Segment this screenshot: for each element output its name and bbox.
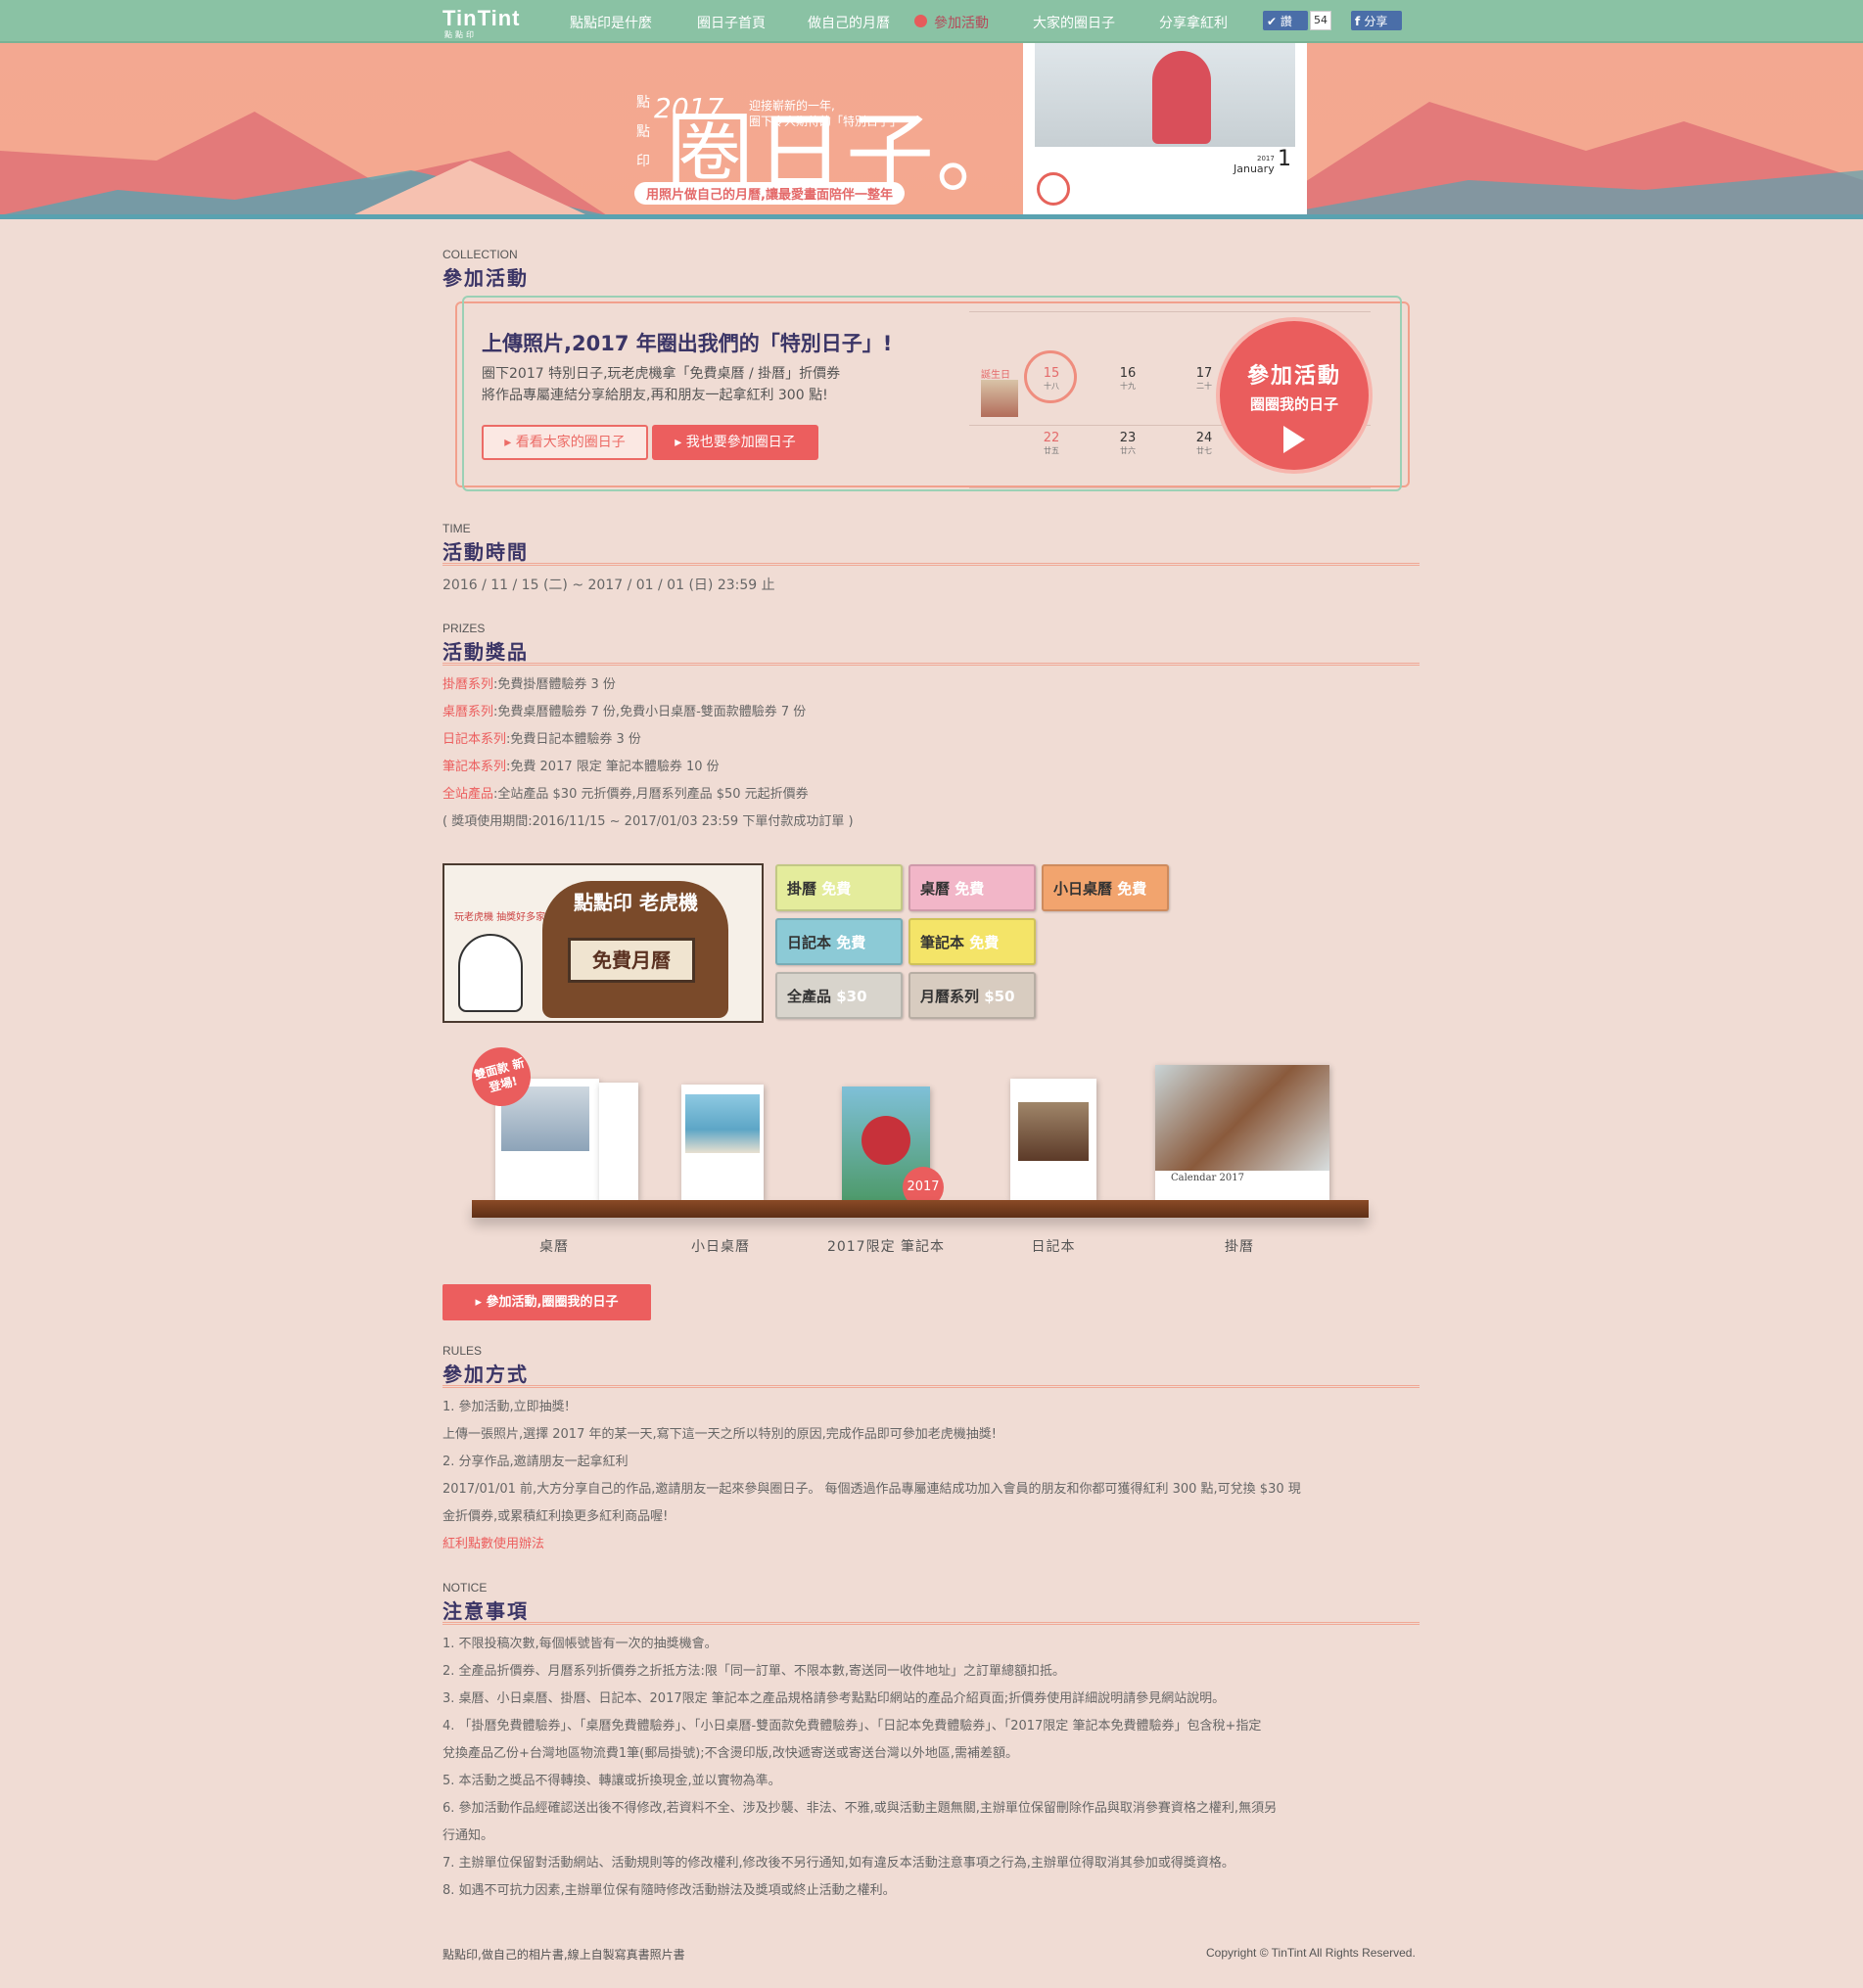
prize-note: ( 獎項使用期間:2016/11/15 ~ 2017/01/03 23:59 下… — [442, 814, 854, 829]
birthday-label: 誕生日 — [981, 370, 1010, 381]
promo-description: 圈下2017 特別日子,玩老虎機拿「免費桌曆 / 掛曆」折價券 將作品專屬連結分享… — [482, 366, 841, 403]
play-icon: ▸ — [675, 435, 686, 450]
collection-label: COLLECTION — [442, 248, 518, 261]
share-button[interactable]: f 分享 — [1351, 11, 1402, 30]
prizes-title: 活動獎品 — [442, 640, 529, 664]
slot-side-text: 玩老虎機 抽獎好多家! — [454, 912, 550, 923]
footer-tagline: 點點印,做自己的相片書,線上自製寫真書照片書 — [442, 1948, 685, 1962]
desk-calendar-back — [599, 1083, 638, 1200]
slot-window: 免費月曆 — [568, 938, 695, 983]
view-gallery-button[interactable]: ▸ 看看大家的圈日子 — [482, 425, 648, 460]
join-activity-button[interactable]: ▸ 參加活動,圈圈我的日子 — [442, 1284, 651, 1320]
product-label: 日記本 — [1031, 1239, 1076, 1255]
nav-item-about[interactable]: 點點印是什麼 — [570, 13, 652, 32]
product-label: 掛曆 — [1225, 1239, 1254, 1255]
calendar-preview: 2017 January 1 — [1023, 43, 1307, 214]
nav-item-home[interactable]: 圈日子首頁 — [697, 13, 766, 32]
logo[interactable]: TinTint — [442, 6, 521, 31]
nav-item-join[interactable]: 參加活動 — [934, 13, 989, 32]
divider — [442, 1622, 1420, 1625]
prize-list: 掛曆系列:免費掛曆體驗券 3 份 桌曆系列:免費桌曆體驗券 7 份,免費小日桌曆… — [442, 671, 854, 836]
prize-item: 全站產品:全站產品 $30 元折價券,月曆系列產品 $50 元起折價券 — [442, 787, 809, 802]
like-count: 54 — [1310, 11, 1331, 30]
nav-item-gallery[interactable]: 大家的圈日子 — [1033, 13, 1115, 32]
play-icon — [1283, 426, 1305, 453]
prizes-label: PRIZES — [442, 622, 486, 635]
girl-illustration — [458, 934, 523, 1012]
diary-product — [1010, 1079, 1096, 1200]
prize-item: 日記本系列:免費日記本體驗券 3 份 — [442, 732, 641, 747]
facebook-icon: f — [1355, 15, 1365, 28]
ticket-mini-calendar: 小日桌曆 免費 — [1042, 864, 1169, 911]
birthday-photo — [981, 380, 1018, 417]
rules-text: 1. 參加活動,立即抽獎! 上傳一張照片,選擇 2017 年的某一天,寫下這一天… — [442, 1400, 1301, 1551]
mini-calendar-product — [681, 1085, 764, 1200]
product-label: 2017限定 筆記本 — [826, 1239, 946, 1255]
time-title: 活動時間 — [442, 540, 529, 564]
share-label: 分享 — [1364, 15, 1388, 28]
join-circle-title: 參加活動 — [1246, 364, 1341, 389]
calendar-day: 24 廿七 — [1195, 431, 1213, 455]
hero-banner: 2017 迎接嶄新的一年, 圈下令人期待的「特別日子」 點點印 圈日子。 用照片做… — [0, 43, 1863, 219]
ticket-calendar-series: 月曆系列 $50 — [908, 972, 1036, 1019]
play-icon: ▸ — [475, 1295, 487, 1310]
rules-title: 參加方式 — [442, 1363, 529, 1386]
calendar-month: 2017 January — [1234, 155, 1275, 175]
ticket-all-products: 全產品 $30 — [775, 972, 903, 1019]
nav-item-share-bonus[interactable]: 分享拿紅利 — [1159, 13, 1228, 32]
play-icon: ▸ — [504, 435, 516, 450]
banner-slogan: 用照片做自己的月曆,讓最愛畫面陪伴一整年 — [634, 182, 905, 205]
rules-label: RULES — [442, 1344, 483, 1358]
notice-title: 注意事項 — [442, 1599, 529, 1623]
heart-icon — [914, 15, 927, 27]
logo-subtitle: 點點印 — [444, 30, 477, 39]
top-nav: TinTint 點點印 點點印是什麼 圈日子首頁 做自己的月曆 參加活動 大家的… — [0, 0, 1863, 43]
slot-title: 點點印 老虎機 — [574, 891, 698, 914]
check-icon: ✔ — [1267, 15, 1281, 28]
time-text: 2016 / 11 / 15 (二) ~ 2017 / 01 / 01 (日) … — [442, 578, 775, 593]
wooden-shelf — [472, 1200, 1369, 1218]
divider — [442, 563, 1420, 566]
date-circle — [1037, 172, 1070, 206]
notice-label: NOTICE — [442, 1581, 488, 1595]
like-label: 讚 — [1280, 15, 1292, 28]
wall-calendar-product: Calendar 2017 — [1155, 1065, 1329, 1200]
prize-item: 掛曆系列:免費掛曆體驗券 3 份 — [442, 677, 616, 692]
product-label: 桌曆 — [539, 1239, 569, 1255]
ticket-wall-calendar: 掛曆 免費 — [775, 864, 903, 911]
banner-brand: 點點印 — [636, 95, 650, 169]
calendar-day: 23 廿六 — [1119, 431, 1137, 455]
nav-item-make-calendar[interactable]: 做自己的月曆 — [808, 13, 890, 32]
bonus-points-link[interactable]: 紅利點數使用辦法 — [442, 1537, 544, 1551]
footer-copyright: Copyright © TinTint All Rights Reserved. — [1206, 1946, 1416, 1960]
promo-heading: 上傳照片,2017 年圈出我們的「特別日子」! — [482, 332, 893, 355]
calendar-day: 16 十九 — [1119, 366, 1137, 391]
join-now-button[interactable]: ▸ 我也要參加圈日子 — [652, 425, 818, 460]
ticket-desk-calendar: 桌曆 免費 — [908, 864, 1036, 911]
product-label: 小日桌曆 — [691, 1239, 750, 1255]
calendar-month-number: 1 — [1278, 147, 1291, 171]
ticket-diary: 日記本 免費 — [775, 918, 903, 965]
divider — [442, 1385, 1420, 1388]
join-circle-subtitle: 圈圈我的日子 — [1249, 395, 1338, 413]
calendar-day: 15 十八 — [1043, 366, 1060, 391]
prize-item: 筆記本系列:免費 2017 限定 筆記本體驗券 10 份 — [442, 760, 720, 774]
ticket-notebook: 筆記本 免費 — [908, 918, 1036, 965]
child-photo — [1035, 43, 1295, 147]
collection-title: 參加活動 — [442, 266, 529, 290]
slot-machine-image: 玩老虎機 抽獎好多家! 點點印 老虎機 免費月曆 — [442, 863, 764, 1023]
wall-calendar-caption: Calendar 2017 — [1171, 1173, 1244, 1183]
notice-text: 1. 不限投稿次數,每個帳號皆有一次的抽獎機會。 2. 全產品折價券、月曆系列折… — [442, 1637, 1278, 1898]
calendar-day: 22 廿五 — [1043, 431, 1060, 455]
prize-item: 桌曆系列:免費桌曆體驗券 7 份,免費小日桌曆-雙面款體驗券 7 份 — [442, 705, 807, 719]
divider — [442, 663, 1420, 666]
time-label: TIME — [442, 522, 471, 535]
like-button[interactable]: ✔ 讚 — [1263, 11, 1308, 30]
join-circle-button[interactable]: 參加活動 圈圈我的日子 — [1216, 317, 1373, 474]
